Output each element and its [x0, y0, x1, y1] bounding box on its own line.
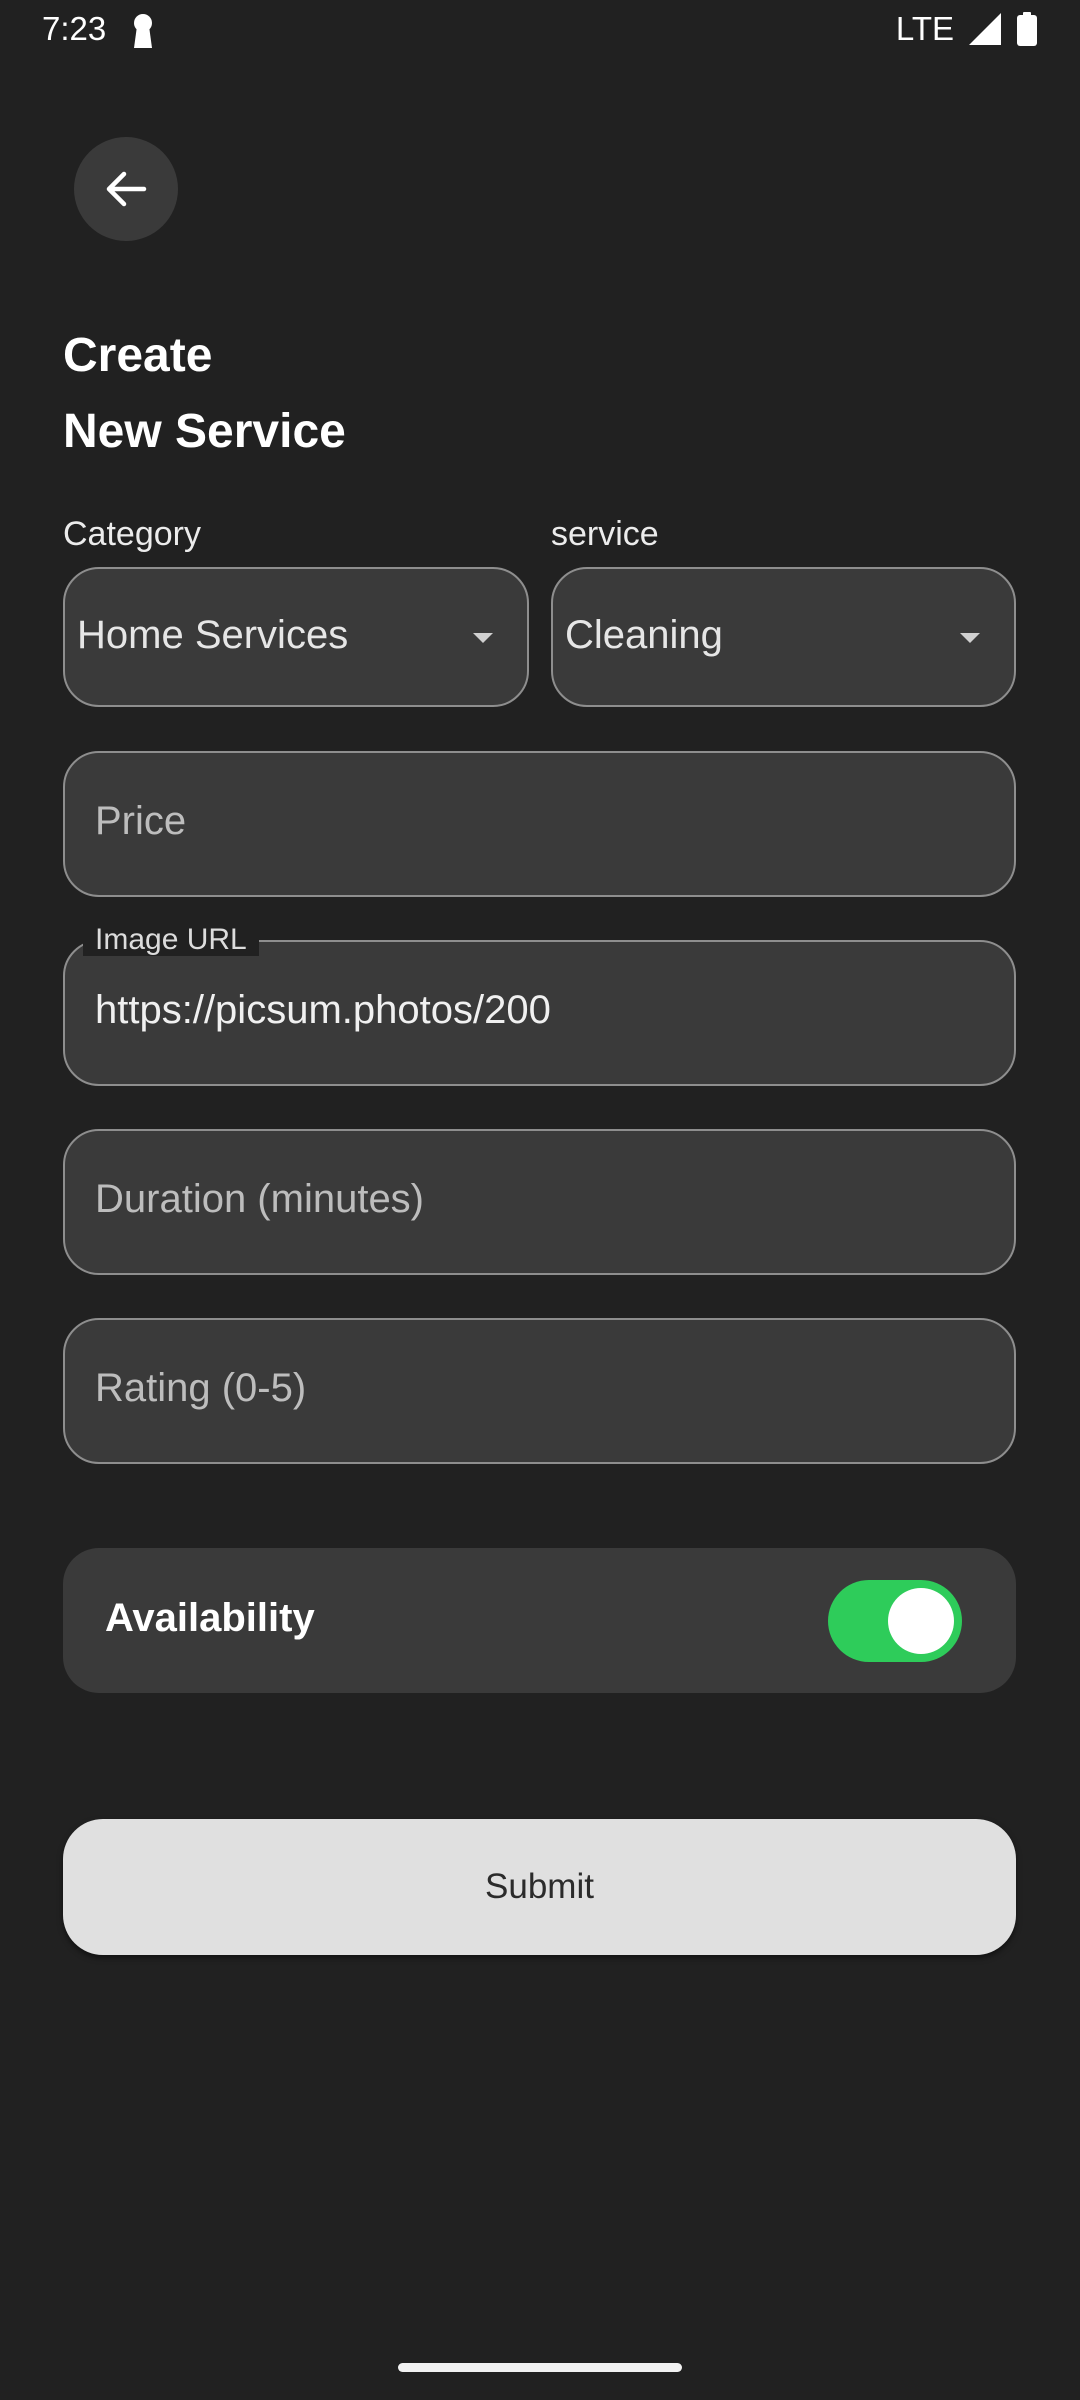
category-value: Home Services — [77, 613, 349, 657]
image-url-field[interactable]: Image URL https://picsum.photos/200 — [63, 924, 1016, 1086]
page-title-line2: New Service — [63, 405, 346, 458]
status-time: 7:23 — [42, 10, 107, 47]
image-url-label: Image URL — [83, 924, 259, 956]
category-label: Category — [63, 515, 201, 553]
status-bar: 7:23 LTE — [0, 0, 1080, 62]
rating-field[interactable]: Rating (0-5) — [63, 1318, 1016, 1464]
price-placeholder: Price — [95, 799, 187, 843]
duration-placeholder: Duration (minutes) — [95, 1177, 425, 1221]
category-dropdown[interactable]: Home Services — [63, 567, 529, 707]
back-button[interactable] — [74, 137, 178, 241]
dropdown-arrow-icon — [960, 633, 980, 643]
availability-toggle[interactable] — [828, 1580, 962, 1662]
submit-button[interactable]: Submit — [63, 1819, 1016, 1955]
service-dropdown[interactable]: Cleaning — [551, 567, 1016, 707]
service-label: service — [551, 515, 659, 553]
keyhole-icon — [134, 14, 152, 48]
network-type: LTE — [895, 10, 954, 47]
availability-label: Availability — [105, 1596, 315, 1640]
page-title: Create New Service — [63, 318, 346, 470]
status-indicators: LTE — [896, 10, 1038, 48]
price-field[interactable]: Price — [63, 751, 1016, 897]
home-indicator[interactable] — [398, 2363, 682, 2372]
image-url-value: https://picsum.photos/200 — [95, 988, 551, 1032]
toggle-knob — [888, 1588, 954, 1654]
rating-placeholder: Rating (0-5) — [95, 1366, 307, 1410]
dropdown-arrow-icon — [473, 633, 493, 643]
service-value: Cleaning — [565, 613, 723, 657]
signal-icon — [969, 13, 1001, 45]
duration-field[interactable]: Duration (minutes) — [63, 1129, 1016, 1275]
arrow-left-icon — [106, 171, 147, 207]
availability-row: Availability — [63, 1548, 1016, 1693]
battery-icon — [1017, 12, 1037, 46]
page-title-line1: Create — [63, 329, 213, 382]
